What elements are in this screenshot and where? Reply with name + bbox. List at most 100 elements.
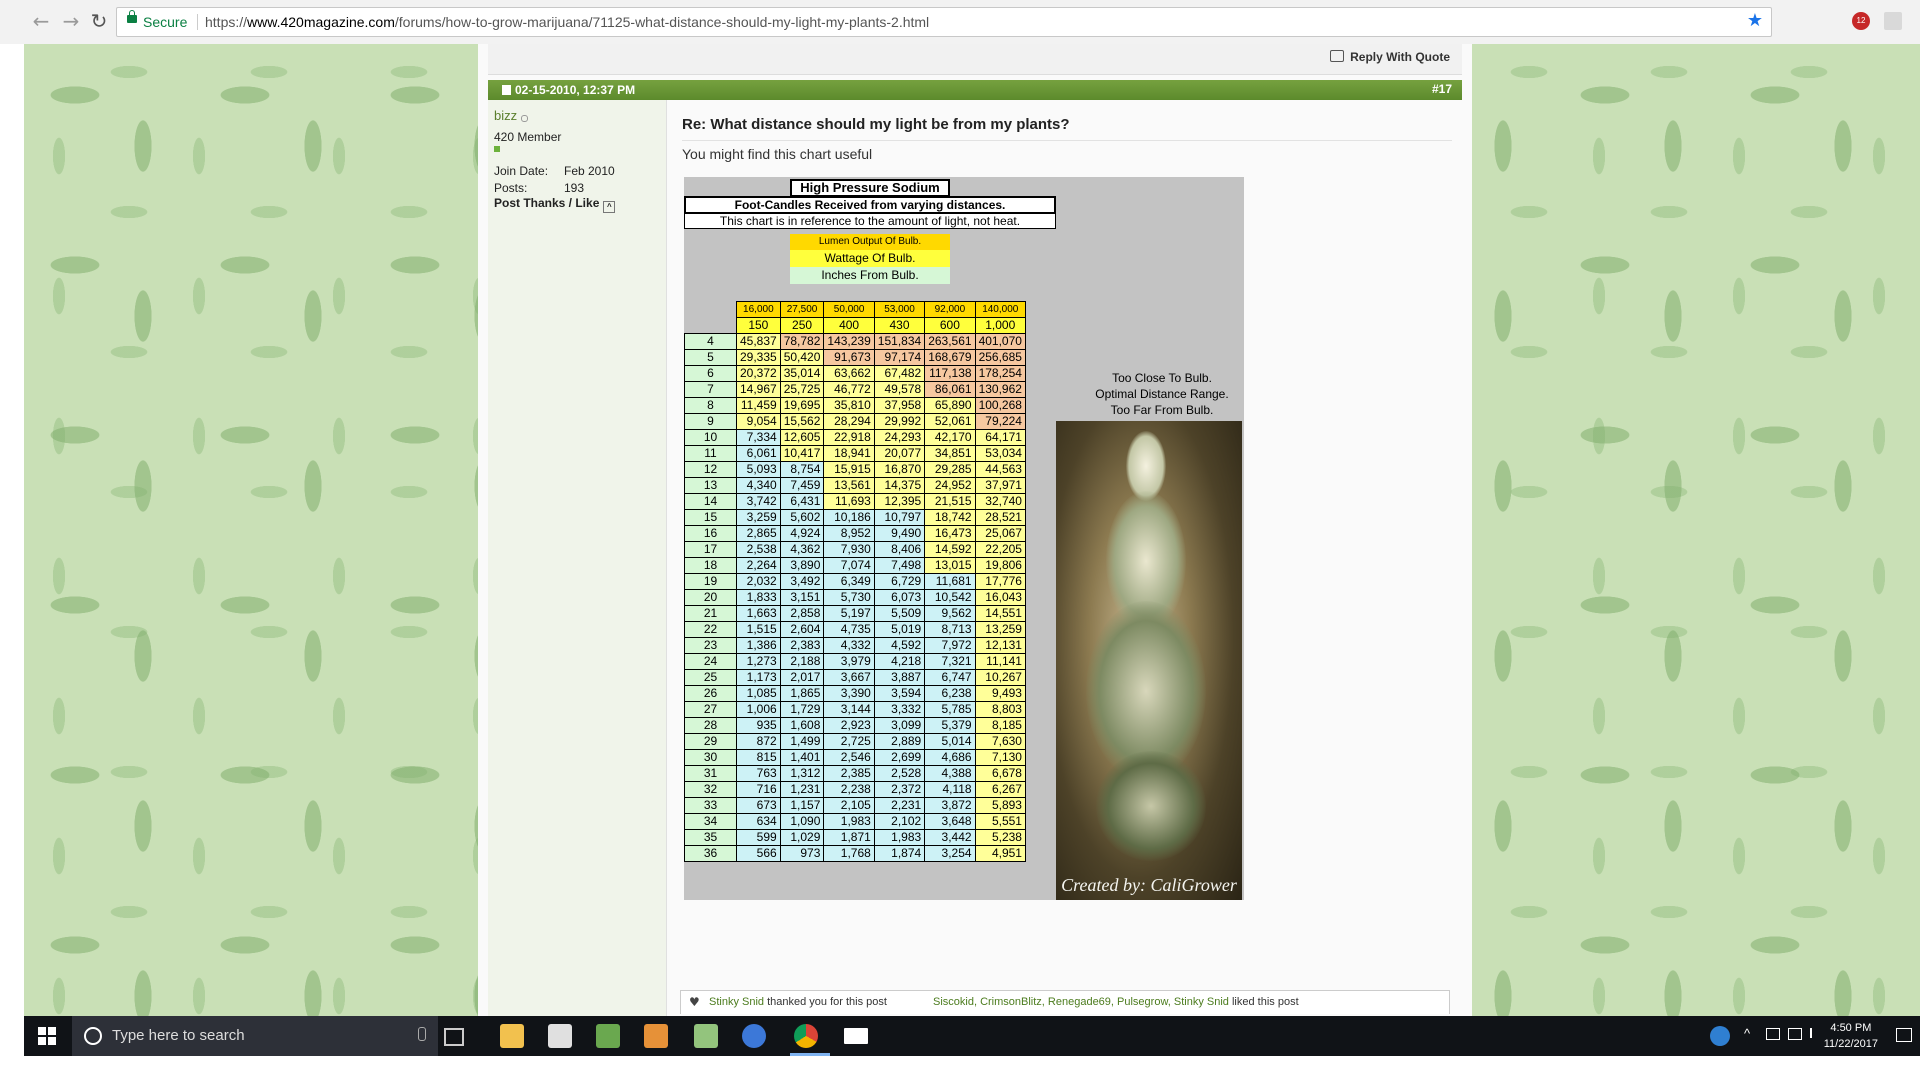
volume-icon[interactable] <box>1810 1028 1822 1038</box>
title-divider <box>682 140 1452 141</box>
foot-candle-cell: 3,332 <box>873 701 926 718</box>
foot-candle-cell: 1,006 <box>736 701 781 718</box>
foot-candle-cell: 4,332 <box>823 637 875 654</box>
foot-candle-cell: 2,538 <box>736 541 781 558</box>
dropbox-icon[interactable] <box>1766 1028 1780 1040</box>
inches-cell: 8 <box>684 397 737 414</box>
table-row: 35 599 1,029 1,871 1,983 3,442 5,238 <box>684 829 1026 846</box>
join-date: Join Date: Feb 2010 <box>494 164 615 178</box>
file-explorer-icon[interactable] <box>500 1024 524 1048</box>
chrome-icon[interactable] <box>794 1024 818 1048</box>
inches-cell: 9 <box>684 413 737 430</box>
table-row: 24 1,273 2,188 3,979 4,218 7,321 11,141 <box>684 653 1026 670</box>
foot-candle-cell: 19,695 <box>779 397 825 414</box>
inches-cell: 28 <box>684 717 737 734</box>
adblock-extension-icon[interactable]: 12 <box>1852 12 1870 30</box>
cannabis-plant-photo: Created by: CaliGrower <box>1056 421 1242 900</box>
network-icon[interactable] <box>1788 1028 1802 1040</box>
foot-candle-cell: 4,686 <box>924 749 976 766</box>
media-player-icon[interactable] <box>644 1024 668 1048</box>
table-row: 26 1,085 1,865 3,390 3,594 6,238 9,493 <box>684 685 1026 702</box>
lumen-header-row-cell: 53,000 <box>873 301 926 318</box>
inches-cell: 4 <box>684 333 737 350</box>
foot-candle-cell: 5,893 <box>974 797 1026 814</box>
foot-candle-cell: 63,662 <box>823 365 875 382</box>
help-icon[interactable] <box>1710 1026 1730 1046</box>
wattage-header-row-cell: 430 <box>873 317 926 334</box>
word-app-icon[interactable] <box>596 1024 620 1048</box>
foot-candle-cell: 2,699 <box>873 749 926 766</box>
thanks-like-bar: ♥ Stinky Snid thanked you for this post … <box>680 990 1450 1014</box>
inches-cell: 7 <box>684 381 737 398</box>
liked-users-links[interactable]: Siscokid, CrimsonBlitz, Renegade69, Puls… <box>933 996 1229 1008</box>
foot-candle-cell: 1,833 <box>736 589 781 606</box>
table-row: 31 763 1,312 2,385 2,528 4,388 6,678 <box>684 765 1026 782</box>
foot-candle-cell: 9,490 <box>873 525 926 542</box>
chevron-up-icon[interactable]: ^ <box>1744 1026 1750 1041</box>
clock-time: 4:50 PM <box>1830 1022 1872 1034</box>
foot-candle-cell: 32,740 <box>974 493 1026 510</box>
post-body: You might find this chart useful <box>682 146 873 162</box>
extension-icon[interactable] <box>1884 12 1902 30</box>
start-tile <box>38 1027 46 1035</box>
notifications-icon[interactable] <box>1896 1028 1912 1042</box>
foot-candle-cell: 35,810 <box>823 397 875 414</box>
post-thanks-like-label: Post Thanks / Like <box>494 196 600 210</box>
spreadsheet-app-icon[interactable] <box>694 1024 718 1048</box>
foot-candle-cell: 16,043 <box>974 589 1026 606</box>
windows-start-icon[interactable] <box>38 1027 56 1045</box>
store-icon[interactable] <box>548 1024 572 1048</box>
toggle-icon[interactable]: ^ <box>603 201 616 213</box>
foot-candle-cell: 178,254 <box>974 365 1026 382</box>
foot-candle-cell: 10,417 <box>779 445 825 462</box>
microphone-icon[interactable] <box>418 1027 426 1041</box>
forward-icon[interactable]: → <box>58 8 84 34</box>
reload-icon[interactable]: ↻ <box>86 8 112 34</box>
foot-candle-cell: 2,383 <box>779 637 825 654</box>
thanked-text: thanked you for this post <box>767 996 887 1008</box>
foot-candle-cell: 13,561 <box>823 477 875 494</box>
hps-distance-chart-image: High Pressure Sodium Foot-Candles Receiv… <box>684 177 1244 900</box>
bookmark-star-icon[interactable]: ★ <box>1747 10 1763 31</box>
table-row: 9 9,054 15,562 28,294 29,992 52,061 79,224 <box>684 413 1026 430</box>
table-row: 34 634 1,090 1,983 2,102 3,648 5,551 <box>684 813 1026 830</box>
clock[interactable]: 4:50 PM 11/22/2017 <box>1824 1020 1878 1052</box>
table-row: 27 1,006 1,729 3,144 3,332 5,785 8,803 <box>684 701 1026 718</box>
lumen-header-row-cell: 140,000 <box>974 301 1026 318</box>
wattage-header-row: 150 250 400 430 600 1,000 <box>685 317 1026 334</box>
foot-candle-cell: 1,273 <box>736 653 781 670</box>
foot-candle-cell: 29,335 <box>736 349 781 366</box>
lumen-header-row-cell: 92,000 <box>924 301 976 318</box>
foot-candle-cell: 1,983 <box>823 813 875 830</box>
reply-with-quote-button[interactable]: Reply With Quote <box>1330 50 1450 64</box>
table-row: 4 45,837 78,782 143,239 151,834 263,561 401,07… <box>684 333 1026 350</box>
post-number-link[interactable]: #17 <box>1432 82 1452 96</box>
post-thanks-like[interactable]: Post Thanks / Like ^ <box>494 196 616 213</box>
back-icon[interactable]: ← <box>28 8 54 34</box>
start-tile <box>38 1037 46 1045</box>
thanked-user-link[interactable]: Stinky Snid <box>709 996 764 1008</box>
foot-candle-cell: 8,754 <box>779 461 825 478</box>
posts-label: Posts: <box>494 181 528 195</box>
post-datetime: 02-15-2010, 12:37 PM <box>502 83 635 97</box>
foot-candle-cell: 3,667 <box>823 669 875 686</box>
username-link[interactable]: bizz <box>494 108 529 123</box>
foot-candle-cell: 8,803 <box>974 701 1026 718</box>
wattage-header-row-cell: 600 <box>924 317 976 334</box>
app-icon[interactable] <box>742 1024 766 1048</box>
foot-candle-cell: 14,551 <box>974 605 1026 622</box>
foot-candle-cell: 2,032 <box>736 573 781 590</box>
mail-icon[interactable] <box>844 1028 868 1044</box>
url-text[interactable]: https://www.420magazine.com/forums/how-t… <box>205 14 929 30</box>
foot-candle-cell: 35,014 <box>779 365 825 382</box>
foot-candle-cell: 34,851 <box>924 445 976 462</box>
inches-cell: 22 <box>684 621 737 638</box>
foot-candle-cell: 3,254 <box>924 845 976 862</box>
foot-candle-cell: 1,386 <box>736 637 781 654</box>
taskbar-search-box[interactable]: Type here to search <box>72 1016 438 1056</box>
foot-candle-cell: 1,029 <box>779 829 825 846</box>
legend-too-close: Too Close To Bulb. <box>1112 371 1212 385</box>
foot-candle-cell: 256,685 <box>974 349 1026 366</box>
address-bar[interactable]: Secure https://www.420magazine.com/forum… <box>116 7 1772 37</box>
task-view-icon[interactable] <box>444 1028 464 1046</box>
